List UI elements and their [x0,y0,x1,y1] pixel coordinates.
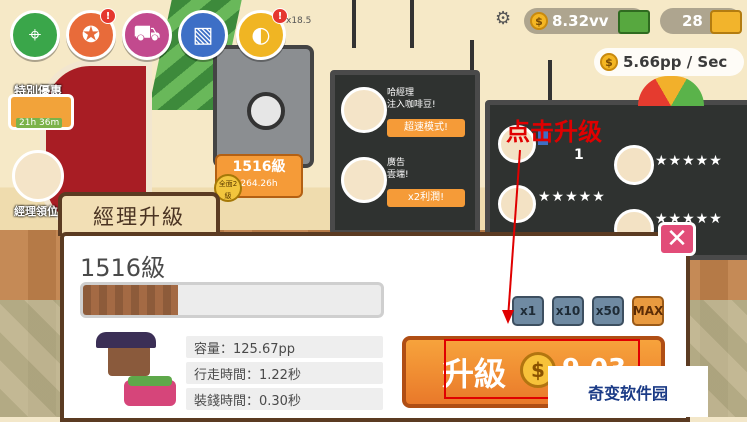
watermark: 奇变软件园 [548,366,708,417]
